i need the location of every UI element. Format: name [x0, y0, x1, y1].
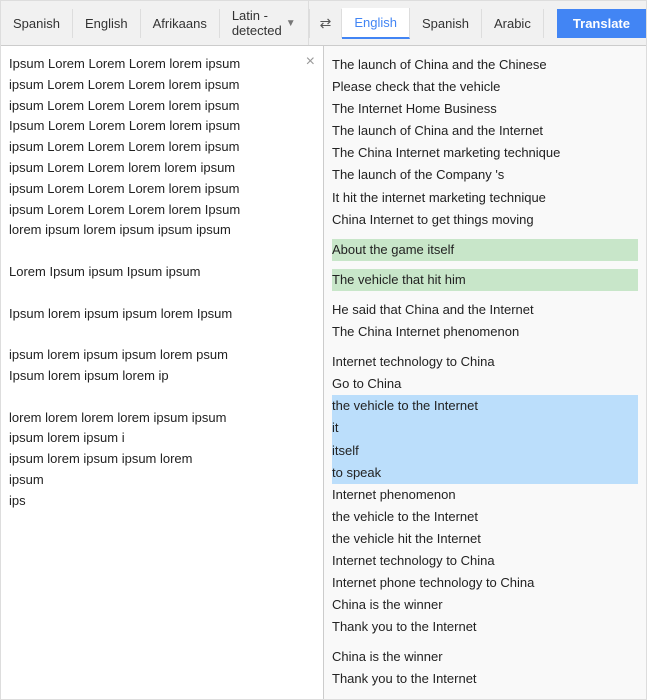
tab-latin-detected[interactable]: Latin - detected ▼	[220, 1, 309, 45]
translated-line-vehicle: The vehicle that hit him	[332, 269, 638, 291]
translated-line: Internet technology to China	[332, 351, 638, 373]
clear-button[interactable]: ×	[306, 54, 315, 70]
translator-app: Spanish English Afrikaans Latin - detect…	[0, 0, 647, 700]
translated-line: Please check that the vehicle	[332, 76, 638, 98]
empty-line	[332, 231, 638, 239]
translated-line: Go to China	[332, 373, 638, 395]
source-textarea[interactable]: Ipsum Lorem Lorem Lorem lorem ipsum ipsu…	[9, 54, 315, 514]
translated-line-to-speak: to speak	[332, 462, 638, 484]
empty-line	[332, 261, 638, 269]
translated-line: The China Internet marketing technique	[332, 142, 638, 164]
tab-arabic-target[interactable]: Arabic	[482, 9, 544, 38]
translated-line: Internet technology to China	[332, 550, 638, 572]
detected-label: Latin - detected	[232, 8, 282, 38]
translated-line: The launch of China and the Internet	[332, 120, 638, 142]
translated-line-vehicle-internet: the vehicle to the Internet	[332, 395, 638, 417]
translated-line: Thank you to the Internet	[332, 616, 638, 638]
translated-line: The Internet Home Business	[332, 98, 638, 120]
source-panel: × Ipsum Lorem Lorem Lorem lorem ipsum ip…	[1, 46, 324, 699]
translated-line: He said that China and the Internet	[332, 299, 638, 321]
translated-line-it: it	[332, 417, 638, 439]
translated-line: the vehicle hit the Internet	[332, 528, 638, 550]
translated-line: China is the winner	[332, 594, 638, 616]
translated-line: Internet phenomenon	[332, 484, 638, 506]
translated-line: Internet phone technology to China	[332, 572, 638, 594]
translated-line: The launch of the Company 's	[332, 164, 638, 186]
toolbar: Spanish English Afrikaans Latin - detect…	[1, 1, 646, 46]
target-language-tabs: English Spanish Arabic Translate	[342, 8, 646, 39]
empty-line	[332, 343, 638, 351]
tab-english-source[interactable]: English	[73, 9, 141, 38]
empty-line	[332, 291, 638, 299]
detected-arrow-icon: ▼	[286, 18, 296, 29]
translated-line: Thank you to the Internet	[332, 668, 638, 690]
source-language-tabs: Spanish English Afrikaans Latin - detect…	[1, 1, 309, 45]
tab-english-target[interactable]: English	[342, 8, 410, 39]
translate-button[interactable]: Translate	[557, 9, 646, 38]
translated-line-about-game: About the game itself	[332, 239, 638, 261]
main-panels: × Ipsum Lorem Lorem Lorem lorem ipsum ip…	[1, 46, 646, 699]
empty-line	[332, 638, 638, 646]
translated-line: It hit the internet marketing technique	[332, 187, 638, 209]
translated-line-itself: itself	[332, 440, 638, 462]
tab-afrikaans-source[interactable]: Afrikaans	[141, 9, 220, 38]
swap-languages-button[interactable]: ⇄	[309, 9, 343, 38]
translated-panel: The launch of China and the Chinese Plea…	[324, 46, 646, 699]
tab-spanish-target[interactable]: Spanish	[410, 9, 482, 38]
translated-line: China Internet to get things moving	[332, 209, 638, 231]
translated-line: The China Internet phenomenon	[332, 321, 638, 343]
translated-line: China is the winner	[332, 646, 638, 668]
translated-line: The launch of China and the Chinese	[332, 54, 638, 76]
translated-content: The launch of China and the Chinese Plea…	[332, 54, 638, 691]
translated-line: the vehicle to the Internet	[332, 506, 638, 528]
tab-spanish-source[interactable]: Spanish	[1, 9, 73, 38]
